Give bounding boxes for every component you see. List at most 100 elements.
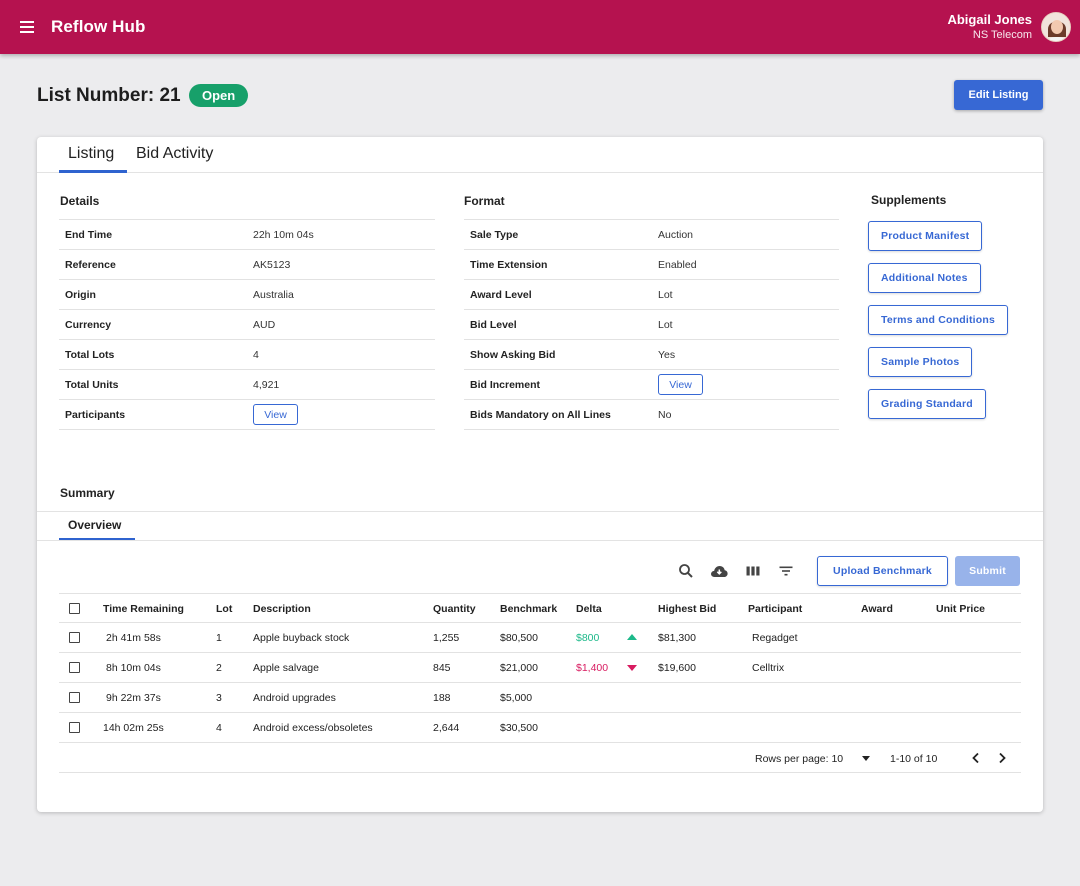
cell-highest-bid: $19,600 [658, 662, 696, 674]
format-value: Enabled [658, 259, 697, 271]
trend-down-icon [627, 665, 637, 671]
table-row[interactable]: 8h 10m 04s 2 Apple salvage 845 $21,000 $… [59, 653, 1021, 683]
details-row: Total Units 4,921 [59, 370, 435, 400]
table-row[interactable]: 9h 22m 37s 3 Android upgrades 188 $5,000 [59, 683, 1021, 713]
tabs-divider [37, 172, 1043, 173]
tab-listing[interactable]: Listing [68, 145, 114, 173]
format-row: Bid Level Lot [464, 310, 839, 340]
cell-description: Apple salvage [253, 662, 319, 674]
cell-lot: 3 [216, 692, 222, 704]
details-table: End Time 22h 10m 04s Reference AK5123 Orig… [59, 219, 435, 430]
format-key: Sale Type [470, 229, 519, 241]
column-header[interactable]: Benchmark [500, 603, 557, 615]
upload-benchmark-button[interactable]: Upload Benchmark [817, 556, 948, 586]
chevron-right-icon[interactable] [995, 751, 1009, 765]
row-checkbox[interactable] [69, 692, 80, 703]
details-value: Australia [253, 289, 294, 301]
details-row: Total Lots 4 [59, 340, 435, 370]
format-key: Bids Mandatory on All Lines [470, 409, 611, 421]
column-header[interactable]: Lot [216, 603, 232, 615]
row-checkbox[interactable] [69, 632, 80, 643]
format-table: Sale Type Auction Time Extension Enabled A… [464, 219, 839, 430]
format-value: Lot [658, 319, 673, 331]
select-all-checkbox[interactable] [69, 603, 80, 614]
details-value: 4,921 [253, 379, 280, 391]
details-row: Currency AUD [59, 310, 435, 340]
table-row[interactable]: 2h 41m 58s 1 Apple buyback stock 1,255 $… [59, 623, 1021, 653]
cell-quantity: 188 [433, 692, 451, 704]
format-key: Award Level [470, 289, 532, 301]
cell-description: Android excess/obsoletes [253, 722, 373, 734]
cell-benchmark: $21,000 [500, 662, 538, 674]
cell-delta: $800 [576, 632, 600, 644]
edit-listing-button[interactable]: Edit Listing [954, 80, 1043, 110]
details-key: Total Units [65, 379, 119, 391]
cell-highest-bid: $81,300 [658, 632, 696, 644]
page-range: 1-10 of 10 [890, 753, 938, 765]
cell-participant: Celltrix [752, 662, 785, 674]
columns-icon[interactable] [743, 561, 763, 581]
listing-card: Listing Bid Activity Details End Time 22h… [37, 137, 1043, 812]
column-header[interactable]: Award [861, 603, 893, 615]
pagination: Rows per page: 10 1-10 of 10 [59, 743, 1021, 773]
tab-overview[interactable]: Overview [68, 518, 121, 532]
filter-icon[interactable] [776, 561, 796, 581]
tab-bid-activity[interactable]: Bid Activity [136, 145, 213, 173]
terms-and-conditions-button[interactable]: Terms and Conditions [868, 305, 1009, 335]
row-checkbox[interactable] [69, 722, 80, 733]
cloud-download-icon[interactable] [709, 561, 729, 581]
user-name: Abigail Jones [947, 12, 1032, 27]
cell-quantity: 1,255 [433, 632, 460, 644]
avatar[interactable] [1041, 12, 1071, 42]
participants-view-button[interactable]: View [253, 404, 298, 425]
supplements-title: Supplements [871, 193, 947, 207]
column-header[interactable]: Delta [576, 603, 602, 615]
cell-benchmark: $80,500 [500, 632, 538, 644]
menu-icon[interactable] [16, 16, 38, 38]
rows-per-page-dropdown-icon[interactable] [862, 756, 870, 761]
table-header: Time Remaining Lot Description Quantity … [59, 593, 1021, 623]
grading-standard-button[interactable]: Grading Standard [868, 389, 986, 419]
submit-button[interactable]: Submit [955, 556, 1020, 586]
format-row: Bids Mandatory on All Lines No [464, 400, 839, 430]
format-key: Bid Level [470, 319, 517, 331]
details-value: 4 [253, 349, 259, 361]
details-key: Currency [65, 319, 112, 331]
cell-time-remaining: 9h 22m 37s [106, 692, 161, 704]
cell-time-remaining: 8h 10m 04s [106, 662, 161, 674]
column-header[interactable]: Description [253, 603, 311, 615]
page-title: List Number: 21 [37, 85, 181, 106]
additional-notes-button[interactable]: Additional Notes [868, 263, 981, 293]
cell-description: Android upgrades [253, 692, 336, 704]
sample-photos-button[interactable]: Sample Photos [868, 347, 973, 377]
search-icon[interactable] [676, 561, 696, 581]
format-value: No [658, 409, 672, 421]
column-header[interactable]: Participant [748, 603, 802, 615]
cell-delta: $1,400 [576, 662, 609, 674]
details-key: End Time [65, 229, 113, 241]
cell-lot: 2 [216, 662, 222, 674]
cell-time-remaining: 14h 02m 25s [103, 722, 164, 734]
table-row[interactable]: 14h 02m 25s 4 Android excess/obsoletes 2… [59, 713, 1021, 743]
column-header[interactable]: Quantity [433, 603, 476, 615]
user-info[interactable]: Abigail Jones NS Telecom [947, 12, 1032, 43]
format-title: Format [464, 194, 505, 208]
details-value: AUD [253, 319, 276, 331]
chevron-left-icon[interactable] [969, 751, 983, 765]
summary-table: Time Remaining Lot Description Quantity … [59, 593, 1021, 773]
row-checkbox[interactable] [69, 662, 80, 673]
format-row: Bid Increment View [464, 370, 839, 400]
format-row: Award Level Lot [464, 280, 839, 310]
format-value: Lot [658, 289, 673, 301]
cell-lot: 1 [216, 632, 222, 644]
column-header[interactable]: Time Remaining [103, 603, 184, 615]
product-manifest-button[interactable]: Product Manifest [868, 221, 983, 251]
column-header[interactable]: Highest Bid [658, 603, 716, 615]
format-key: Time Extension [470, 259, 548, 271]
details-row: Participants View [59, 400, 435, 430]
column-header[interactable]: Unit Price [936, 603, 985, 615]
details-key: Total Lots [65, 349, 115, 361]
details-row: Origin Australia [59, 280, 435, 310]
bid-increment-view-button[interactable]: View [658, 374, 703, 395]
rows-per-page-label: Rows per page: 10 [755, 753, 844, 765]
